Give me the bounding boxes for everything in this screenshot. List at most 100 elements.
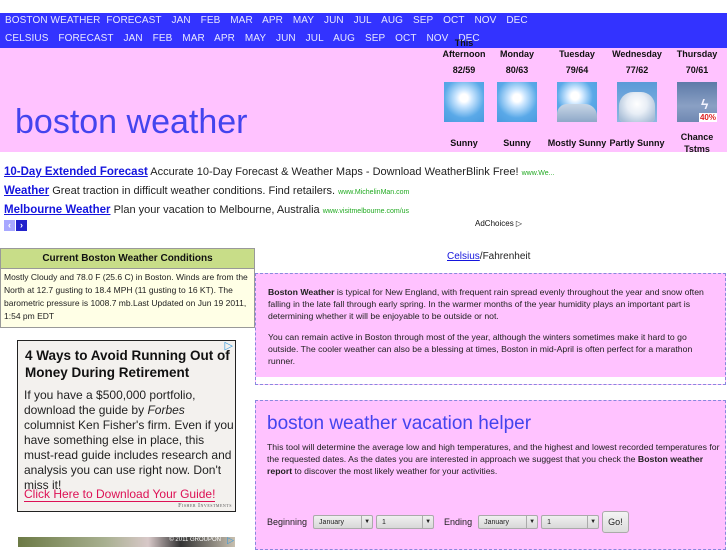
nav-link-apr[interactable]: APR xyxy=(262,15,283,26)
nav-link-may[interactable]: MAY xyxy=(293,15,314,26)
nav-link-celsius-feb[interactable]: FEB xyxy=(153,33,173,44)
sunny-icon xyxy=(497,82,537,122)
ad-url[interactable]: www.visitmelbourne.com/us xyxy=(323,208,409,215)
nav-link-celsius-sep[interactable]: SEP xyxy=(365,33,385,44)
celsius-link[interactable]: Celsius xyxy=(447,251,480,262)
beginning-label: Beginning xyxy=(267,517,308,527)
nav-link-celsius-mar[interactable]: MAR xyxy=(182,33,205,44)
chevron-down-icon: ▼ xyxy=(422,516,433,528)
forecast-condition: Mostly Sunny xyxy=(547,138,607,148)
unit-toggle: Celsius/Fahrenheit xyxy=(447,251,530,262)
end-month-select[interactable]: January ▼ xyxy=(478,515,539,529)
chevron-down-icon: ▼ xyxy=(526,516,537,528)
thunderstorm-icon: ϟ 40% xyxy=(677,82,717,122)
ad-text: Accurate 10-Day Forecast & Weather Maps … xyxy=(150,166,519,178)
nav-link-celsius-jun[interactable]: JUN xyxy=(276,33,296,44)
chevron-down-icon: ▼ xyxy=(587,516,598,528)
ad-url[interactable]: www.MichelinMan.com xyxy=(338,189,409,196)
nav-link-jan[interactable]: JAN xyxy=(172,15,191,26)
nav-link-mar[interactable]: MAR xyxy=(230,15,253,26)
nav-link-oct[interactable]: OCT xyxy=(443,15,464,26)
adchoices-link[interactable]: AdChoices ▷ xyxy=(475,219,522,228)
current-conditions-panel: Current Boston Weather Conditions Mostly… xyxy=(0,248,255,328)
forecast-temp: 82/59 xyxy=(452,65,476,75)
nav-row-fahrenheit: BOSTON WEATHER FORECAST JAN FEB MAR APR … xyxy=(5,15,535,26)
mostly-sunny-icon xyxy=(557,82,597,122)
chevron-left-icon[interactable]: ‹ xyxy=(4,220,15,231)
forecast-condition: Sunny xyxy=(503,138,531,148)
text-ad: Weather Great traction in difficult weat… xyxy=(4,185,555,204)
forecast-day-name: This Afternoon xyxy=(442,38,486,59)
begin-day-value: 1 xyxy=(382,518,386,526)
ad-title-link[interactable]: Melbourne Weather xyxy=(4,204,111,216)
nav-link-celsius-may[interactable]: MAY xyxy=(245,33,266,44)
forecast-temp: 70/61 xyxy=(685,65,709,75)
forecast-day-name: Wednesday xyxy=(612,49,662,59)
nav-link-forecast[interactable]: FORECAST xyxy=(106,15,161,26)
forecast-day-name: Thursday xyxy=(676,49,718,59)
vacation-date-form: Beginning January ▼ 1 ▼ Ending January ▼ 1 ▼… xyxy=(267,511,629,533)
forecast-day: Thursday 70/61 ϟ 40% Chance Tstms xyxy=(667,36,727,156)
end-day-value: 1 xyxy=(547,518,551,526)
nav-link-celsius[interactable]: CELSIUS xyxy=(5,33,49,44)
current-conditions-title: Current Boston Weather Conditions xyxy=(1,249,254,269)
ad-title-link[interactable]: 10-Day Extended Forecast xyxy=(4,166,148,178)
forecast-strip: This Afternoon 82/59 Sunny Monday 80/63 … xyxy=(434,36,727,154)
nav-link-nov[interactable]: NOV xyxy=(474,15,496,26)
nav-link-jul[interactable]: JUL xyxy=(354,15,372,26)
banner-copyright: © 2011 GROUPON xyxy=(169,537,221,543)
end-day-select[interactable]: 1 ▼ xyxy=(541,515,600,529)
forecast-day-name: Monday xyxy=(499,49,534,59)
nav-link-jun[interactable]: JUN xyxy=(324,15,344,26)
nav-row-celsius: CELSIUS FORECAST JAN FEB MAR APR MAY JUN… xyxy=(5,33,487,44)
forecast-day: Monday 80/63 Sunny xyxy=(487,36,547,156)
ad-body-text-cont: columnist Ken Fisher's firm. Even if you… xyxy=(24,418,234,492)
desc-text-cont: to discover the most likely weather for … xyxy=(292,466,498,476)
current-conditions-text: Mostly Cloudy and 78.0 F (25.6 C) in Bos… xyxy=(0,269,255,328)
go-button[interactable]: Go! xyxy=(602,511,629,533)
nav-link-celsius-forecast[interactable]: FORECAST xyxy=(58,33,113,44)
forecast-condition: Chance Tstms xyxy=(680,132,714,154)
begin-day-select[interactable]: 1 ▼ xyxy=(376,515,435,529)
forecast-day: Tuesday 79/64 Mostly Sunny xyxy=(547,36,607,156)
chevron-right-icon[interactable]: › xyxy=(16,220,27,231)
begin-month-select[interactable]: January ▼ xyxy=(313,515,374,529)
ad-text: Plan your vacation to Melbourne, Austral… xyxy=(113,204,320,216)
nav-link-sep[interactable]: SEP xyxy=(413,15,433,26)
nav-link-feb[interactable]: FEB xyxy=(201,15,221,26)
forecast-day: Wednesday 77/62 Partly Sunny xyxy=(607,36,667,156)
vacation-helper-title: boston weather vacation helper xyxy=(267,413,532,434)
forecast-day: This Afternoon 82/59 Sunny xyxy=(434,36,494,156)
nav-link-celsius-jan[interactable]: JAN xyxy=(124,33,143,44)
ad-title-link[interactable]: Weather xyxy=(4,185,49,197)
nav-link-celsius-apr[interactable]: APR xyxy=(214,33,235,44)
ad-brand-logo: Fisher Investments xyxy=(178,503,232,509)
ad-body: If you have a $500,000 portfolio, downlo… xyxy=(24,388,234,493)
display-ad[interactable]: ▷ 4 Ways to Avoid Running Out of Money D… xyxy=(17,340,236,512)
nav-link-boston-weather[interactable]: BOSTON WEATHER xyxy=(5,15,100,26)
nav-link-dec[interactable]: DEC xyxy=(506,15,527,26)
forecast-condition: Partly Sunny xyxy=(609,138,665,148)
nav-link-celsius-aug[interactable]: AUG xyxy=(333,33,355,44)
vacation-helper-description: This tool will determine the average low… xyxy=(267,441,722,477)
divider xyxy=(256,377,725,384)
banner-ad[interactable]: © 2011 GROUPON ▷ xyxy=(18,537,235,547)
site-title: boston weather xyxy=(15,103,248,141)
ending-label: Ending xyxy=(444,517,473,527)
sunny-icon xyxy=(444,82,484,122)
nav-link-celsius-jul[interactable]: JUL xyxy=(306,33,324,44)
ad-cta-link[interactable]: Click Here to Download Your Guide! xyxy=(24,487,216,502)
vacation-helper-panel: boston weather vacation helper This tool… xyxy=(255,400,726,550)
forecast-temp: 79/64 xyxy=(565,65,589,75)
ad-url[interactable]: www.We... xyxy=(522,170,555,177)
nav-link-celsius-oct[interactable]: OCT xyxy=(395,33,416,44)
text-ad: 10-Day Extended Forecast Accurate 10-Day… xyxy=(4,166,555,185)
about-boston-weather: Boston Weather is typical for New Englan… xyxy=(255,273,726,385)
end-month-value: January xyxy=(484,518,509,526)
fahrenheit-label: Fahrenheit xyxy=(482,251,531,262)
about-text: is typical for New England, with frequen… xyxy=(268,287,704,321)
ad-headline: 4 Ways to Avoid Running Out of Money Dur… xyxy=(25,348,230,380)
nav-link-aug[interactable]: AUG xyxy=(381,15,403,26)
about-paragraph-1: Boston Weather is typical for New Englan… xyxy=(268,286,718,322)
about-bold-lead: Boston Weather xyxy=(268,287,335,297)
